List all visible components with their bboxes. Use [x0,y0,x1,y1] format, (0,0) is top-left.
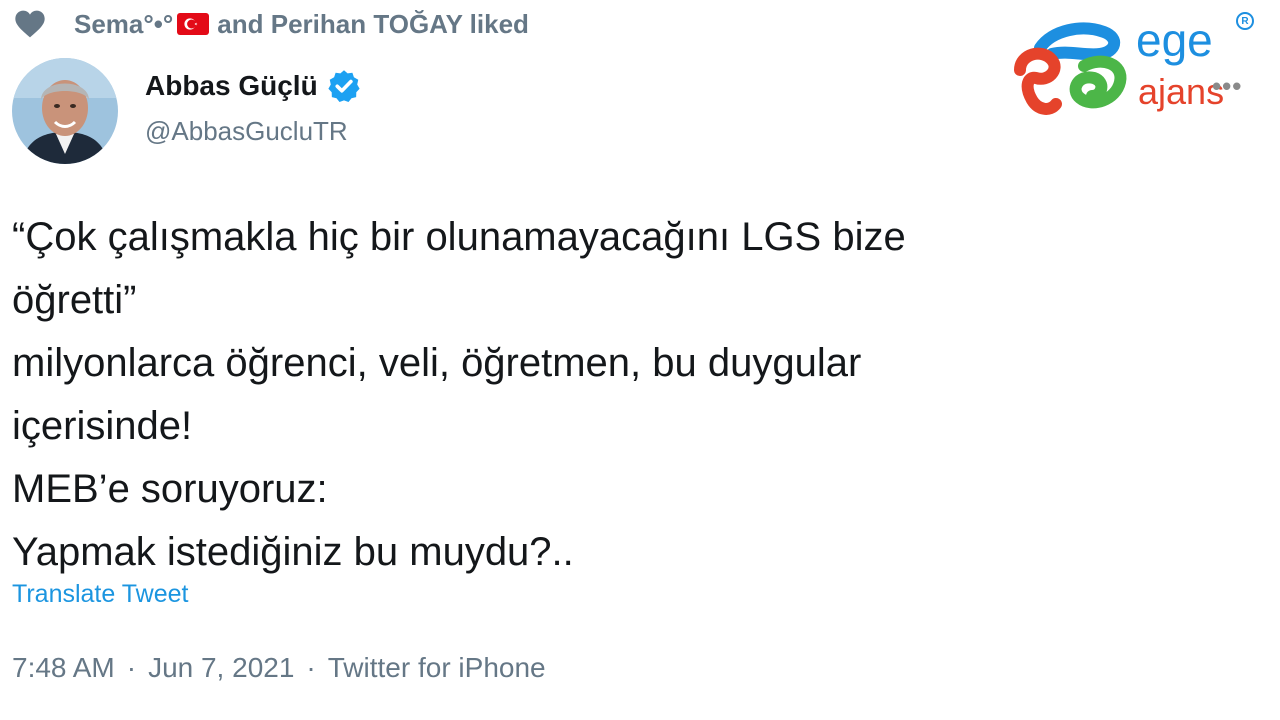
tweet-text: “Çok çalışmakla hiç bir olunamayacağını … [12,206,1192,584]
liker-name[interactable]: Sema°•° [74,9,173,40]
author-info: Abbas Güçlü @AbbasGucluTR [145,68,362,147]
meta-separator: · [126,652,137,683]
tweet-source[interactable]: Twitter for iPhone [328,652,546,683]
registered-mark-icon: R [1236,12,1254,30]
tweet-line: milyonlarca öğrenci, veli, öğretmen, bu … [12,341,862,385]
tweet-line: “Çok çalışmakla hiç bir olunamayacağını … [12,215,906,259]
logo-text-ege: ege [1136,14,1213,66]
author-name[interactable]: Abbas Güçlü [145,70,318,102]
author-handle[interactable]: @AbbasGucluTR [145,116,362,147]
avatar[interactable] [12,58,118,164]
meta-separator: · [306,652,316,683]
social-context: Sema°•° and Perihan TOĞAY liked [14,6,529,42]
turkey-flag-icon [177,13,210,35]
tweet-metadata: 7:48 AM · Jun 7, 2021 · Twitter for iPhone [12,652,546,684]
liked-context-text[interactable]: and Perihan TOĞAY liked [217,9,529,40]
tweet-date[interactable]: Jun 7, 2021 [148,652,294,683]
tweet-line: MEB’e soruyoruz: [12,467,328,511]
tweet-line: Yapmak istediğiniz bu muydu?.. [12,530,574,574]
tweet-line: öğretti” [12,278,137,322]
translate-tweet-link[interactable]: Translate Tweet [12,580,188,609]
verified-badge-icon [328,70,360,103]
tweet-line: içerisinde! [12,404,193,448]
more-options-icon[interactable]: ••• [1212,73,1242,99]
heart-icon [15,10,45,38]
tweet-time[interactable]: 7:48 AM [12,652,115,683]
